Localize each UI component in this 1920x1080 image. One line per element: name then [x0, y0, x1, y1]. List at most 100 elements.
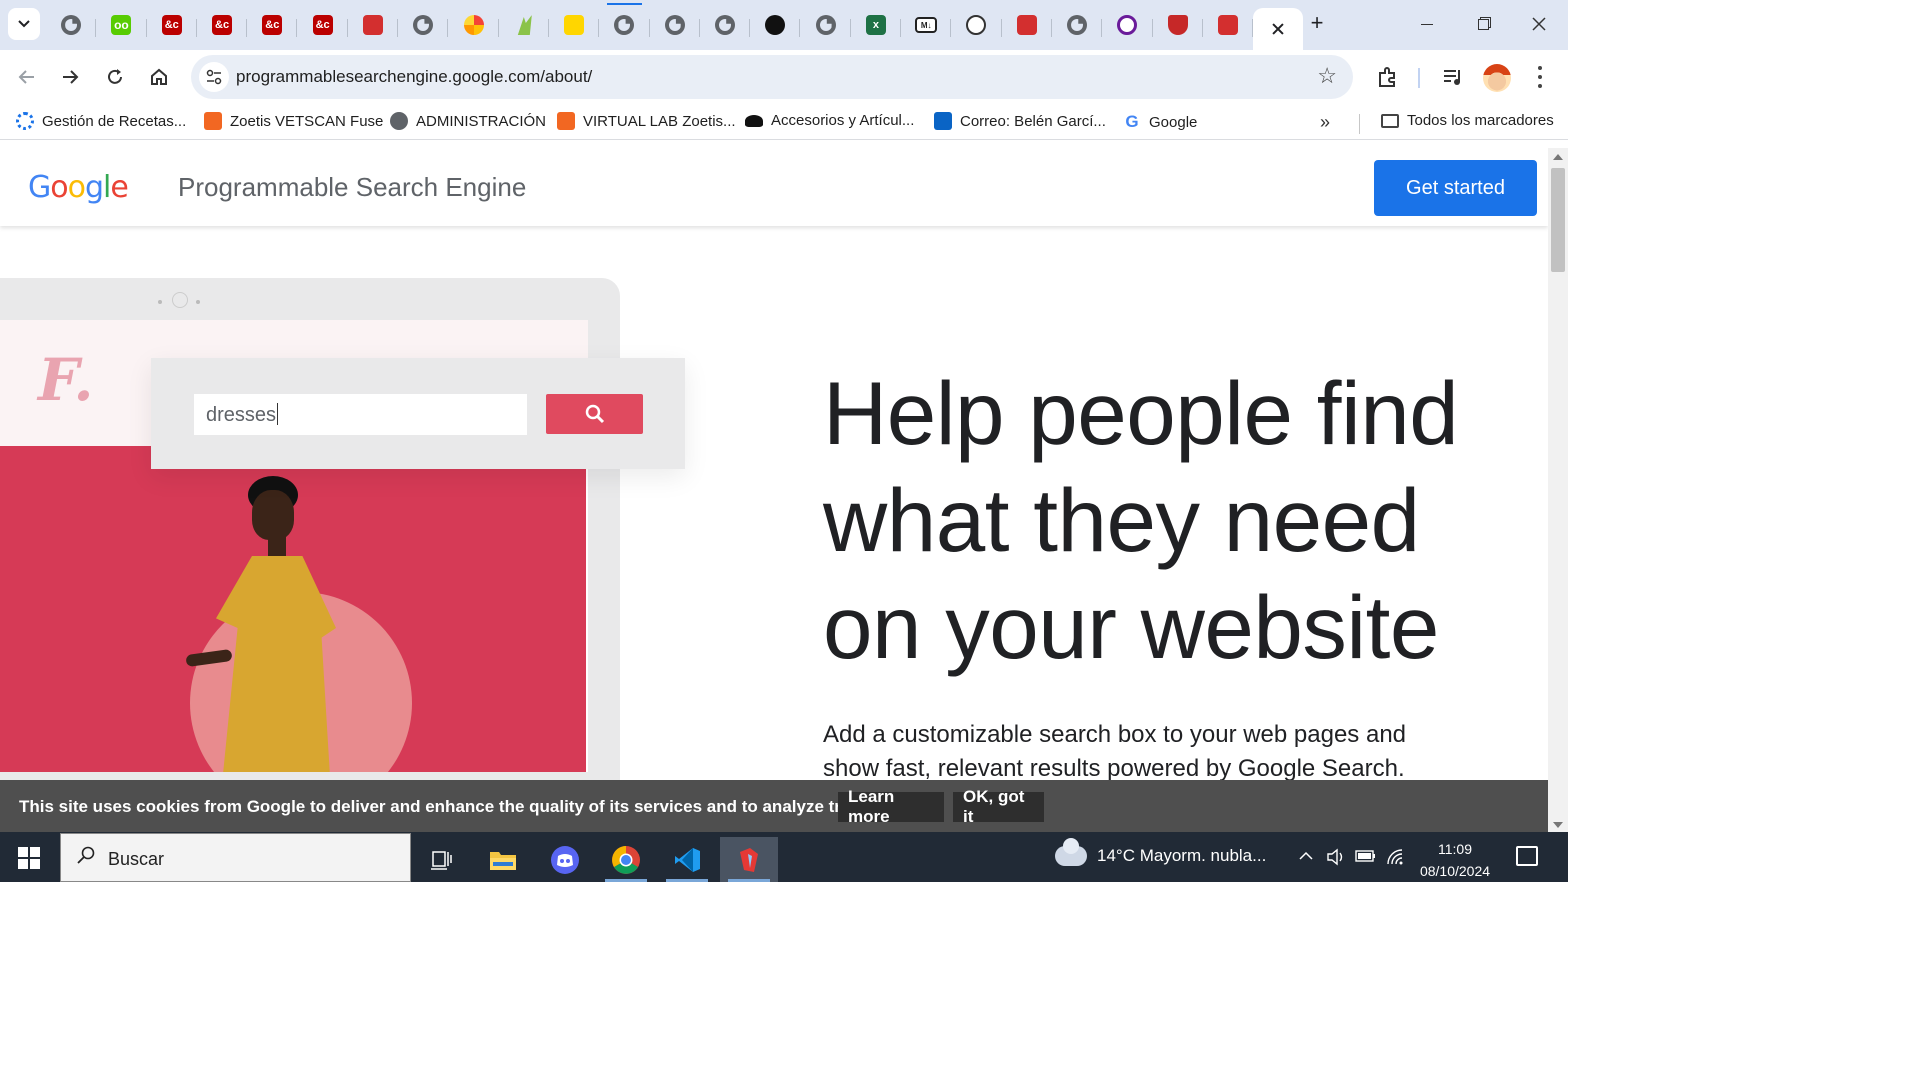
notification-center-icon[interactable]: [1516, 846, 1538, 866]
taskbar-search[interactable]: Buscar: [60, 833, 411, 882]
store-logo: F.: [38, 346, 94, 414]
learn-more-button[interactable]: Learn more: [838, 787, 944, 826]
vscode-button[interactable]: [658, 837, 716, 882]
scroll-thumb[interactable]: [1551, 168, 1565, 272]
task-view-button[interactable]: [412, 837, 470, 882]
browser-tab[interactable]: [549, 7, 600, 43]
ampersand-icon: &c: [161, 15, 182, 35]
restore-button[interactable]: [1468, 10, 1498, 38]
bookmark-star-icon[interactable]: ☆: [1317, 65, 1337, 87]
ok-got-it-button[interactable]: OK, got it: [953, 787, 1044, 826]
hero-image: [0, 446, 586, 772]
bookmark-item[interactable]: Zoetis VETSCAN Fuse: [204, 112, 383, 130]
zoetis-icon: [204, 112, 222, 130]
browser-tab[interactable]: [1153, 7, 1204, 43]
scroll-down-arrow[interactable]: [1553, 822, 1563, 828]
weather-widget[interactable]: 14°C Mayorm. nubla...: [1055, 838, 1266, 866]
globe-icon: [614, 15, 635, 35]
get-started-button[interactable]: Get started: [1374, 160, 1537, 216]
browser-tab[interactable]: &c: [297, 7, 349, 43]
browser-tab[interactable]: [398, 7, 449, 43]
new-tab-button[interactable]: +: [1305, 12, 1329, 36]
reload-button[interactable]: [100, 62, 130, 92]
volume-icon[interactable]: [1326, 848, 1346, 869]
more-bookmarks-button[interactable]: »: [1320, 112, 1330, 133]
taskbar-search-placeholder: Buscar: [108, 849, 165, 869]
bookmark-item[interactable]: VIRTUAL LAB Zoetis...: [557, 112, 736, 130]
bookmark-item[interactable]: Correo: Belén Garcí...: [934, 112, 1106, 130]
browser-tab[interactable]: [46, 7, 97, 43]
leaf-icon: [517, 15, 532, 35]
browser-tab[interactable]: [750, 7, 801, 43]
system-clock[interactable]: 11:09 08/10/2024: [1412, 838, 1498, 882]
demo-search-input[interactable]: dresses: [194, 394, 527, 435]
browser-tab[interactable]: [1002, 7, 1053, 43]
browser-tab[interactable]: x: [851, 7, 902, 43]
bookmark-label: Zoetis VETSCAN Fuse: [230, 112, 384, 130]
globe-icon: [664, 15, 685, 35]
browser-tab[interactable]: [700, 7, 751, 43]
browser-tab[interactable]: &c: [197, 7, 248, 43]
browser-tab[interactable]: [1102, 7, 1153, 43]
scroll-up-arrow[interactable]: [1553, 154, 1563, 160]
browser-tab[interactable]: [800, 7, 852, 43]
chrome-icon: [612, 845, 640, 874]
site-title[interactable]: Programmable Search Engine: [178, 172, 526, 203]
globe-icon: [715, 15, 735, 35]
cookie-text: This site uses cookies from Google to de…: [19, 797, 881, 816]
browser-tab[interactable]: [499, 7, 550, 43]
all-bookmarks-button[interactable]: Todos los marcadores: [1381, 112, 1554, 129]
zoetis-icon: [557, 112, 575, 130]
active-app-button[interactable]: [720, 837, 778, 882]
cloud-icon: [1055, 838, 1087, 866]
browser-tab[interactable]: M↓: [901, 7, 952, 43]
google-logo[interactable]: Google: [28, 170, 129, 205]
start-button[interactable]: [18, 847, 40, 869]
bookmark-item[interactable]: Gestión de Recetas...: [16, 112, 186, 130]
home-button[interactable]: [144, 62, 174, 92]
media-control-button[interactable]: [1440, 64, 1466, 90]
task-view-icon: [431, 850, 452, 870]
browser-tab[interactable]: [1052, 7, 1103, 43]
tab-strip: oo &c &c &c &c x M↓ +: [0, 0, 1568, 50]
extensions-button[interactable]: [1375, 64, 1401, 90]
browser-tab[interactable]: [1203, 7, 1254, 43]
chrome-button[interactable]: [597, 837, 655, 882]
demo-search-box: dresses: [151, 358, 685, 469]
bookmark-item[interactable]: Accesorios y Artícul...: [745, 112, 914, 129]
browser-tab[interactable]: [650, 7, 701, 43]
bookmark-item[interactable]: ADMINISTRACIÓN: [390, 112, 546, 130]
address-bar[interactable]: programmablesearchengine.google.com/abou…: [191, 55, 1353, 99]
browser-tab[interactable]: [348, 7, 399, 43]
demo-search-button[interactable]: [546, 394, 643, 434]
browser-tab[interactable]: [951, 7, 1002, 43]
chevron-up-icon[interactable]: [1298, 848, 1314, 867]
bookmark-label: Correo: Belén Garcí...: [960, 112, 1106, 130]
profile-avatar[interactable]: [1483, 64, 1511, 92]
bookmark-item[interactable]: G Google: [1123, 112, 1197, 132]
browser-menu-button[interactable]: [1530, 66, 1550, 88]
browser-tab[interactable]: &c: [147, 7, 198, 43]
forward-button[interactable]: [55, 62, 85, 92]
url-text[interactable]: programmablesearchengine.google.com/abou…: [236, 67, 592, 87]
back-button[interactable]: [12, 62, 42, 92]
wifi-icon[interactable]: [1386, 848, 1406, 869]
browser-tab[interactable]: [599, 3, 650, 43]
close-tab-icon[interactable]: [1270, 21, 1286, 37]
browser-tab[interactable]: [448, 7, 499, 43]
browser-tab[interactable]: oo: [96, 7, 147, 43]
browser-tab[interactable]: &c: [247, 7, 298, 43]
vscode-icon: [675, 847, 700, 872]
tab-search-button[interactable]: [8, 8, 40, 40]
site-info-button[interactable]: [199, 62, 229, 92]
minimize-button[interactable]: [1412, 10, 1442, 38]
ring-icon: [1117, 15, 1138, 35]
discord-button[interactable]: [536, 837, 594, 882]
file-explorer-button[interactable]: [474, 837, 532, 882]
close-window-button[interactable]: [1524, 10, 1554, 38]
active-tab[interactable]: [1253, 8, 1304, 50]
chevron-down-icon: [18, 20, 30, 28]
page-scrollbar[interactable]: [1548, 148, 1568, 832]
bookmark-label: VIRTUAL LAB Zoetis...: [583, 112, 736, 130]
battery-icon[interactable]: [1355, 848, 1377, 867]
